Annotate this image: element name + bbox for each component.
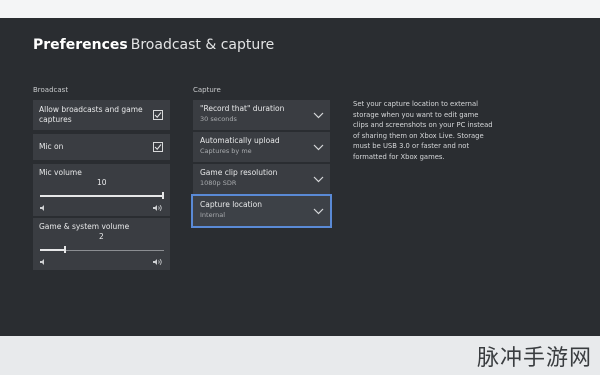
broadcast-section-label: Broadcast	[33, 86, 69, 94]
clip-resolution-value: 1080p SDR	[200, 179, 237, 187]
game-volume-thumb[interactable]	[64, 246, 66, 253]
auto-upload-dropdown[interactable]: Automatically upload Captures by me	[193, 132, 330, 162]
allow-broadcasts-checkbox[interactable]	[153, 110, 163, 120]
mic-volume-slider-tile: Mic volume 10	[33, 164, 170, 216]
speaker-low-icon	[40, 205, 44, 211]
chevron-down-icon	[313, 112, 324, 119]
speaker-high-icon	[153, 204, 162, 212]
auto-upload-title: Automatically upload	[200, 136, 280, 145]
mic-volume-value: 10	[97, 178, 107, 187]
letterbox-top	[0, 0, 600, 18]
capture-location-description: Set your capture location to external st…	[353, 100, 493, 161]
game-volume-fill	[40, 249, 65, 251]
page-title: Preferences Broadcast & capture	[33, 37, 274, 53]
record-that-value: 30 seconds	[200, 115, 237, 123]
checkmark-icon	[154, 144, 162, 150]
xbox-screen: Preferences Broadcast & capture Broadcast…	[0, 18, 600, 336]
game-volume-label: Game & system volume	[39, 222, 130, 231]
record-that-duration-dropdown[interactable]: "Record that" duration 30 seconds	[193, 100, 330, 130]
game-clip-resolution-dropdown[interactable]: Game clip resolution 1080p SDR	[193, 164, 330, 194]
page-title-strong: Preferences	[33, 37, 128, 53]
mic-on-label: Mic on	[39, 142, 64, 151]
mic-volume-label: Mic volume	[39, 168, 82, 177]
speaker-high-icon	[153, 258, 162, 266]
record-that-title: "Record that" duration	[200, 104, 285, 113]
mic-volume-thumb[interactable]	[162, 192, 164, 199]
capture-location-title: Capture location	[200, 200, 262, 209]
watermark-text: 脉冲手游网	[476, 346, 592, 371]
allow-broadcasts-toggle[interactable]: Allow broadcasts and game captures	[33, 100, 170, 130]
chevron-down-icon	[313, 144, 324, 151]
speaker-low-icon	[40, 259, 44, 265]
mic-on-checkbox[interactable]	[153, 142, 163, 152]
page-title-light: Broadcast & capture	[130, 37, 275, 53]
chevron-down-icon	[313, 208, 324, 215]
capture-location-value: Internal	[200, 211, 226, 219]
game-volume-value: 2	[99, 232, 104, 241]
allow-broadcasts-label-2: captures	[39, 115, 72, 124]
capture-section-label: Capture	[193, 86, 221, 94]
checkmark-icon	[154, 112, 162, 118]
game-volume-slider-tile: Game & system volume 2	[33, 218, 170, 270]
clip-resolution-title: Game clip resolution	[200, 168, 278, 177]
auto-upload-value: Captures by me	[200, 147, 252, 155]
mic-on-toggle[interactable]: Mic on	[33, 134, 170, 160]
capture-location-dropdown[interactable]: Capture location Internal	[191, 194, 332, 228]
allow-broadcasts-label-1: Allow broadcasts and game	[39, 105, 143, 114]
mic-volume-fill	[40, 195, 164, 197]
chevron-down-icon	[313, 176, 324, 183]
